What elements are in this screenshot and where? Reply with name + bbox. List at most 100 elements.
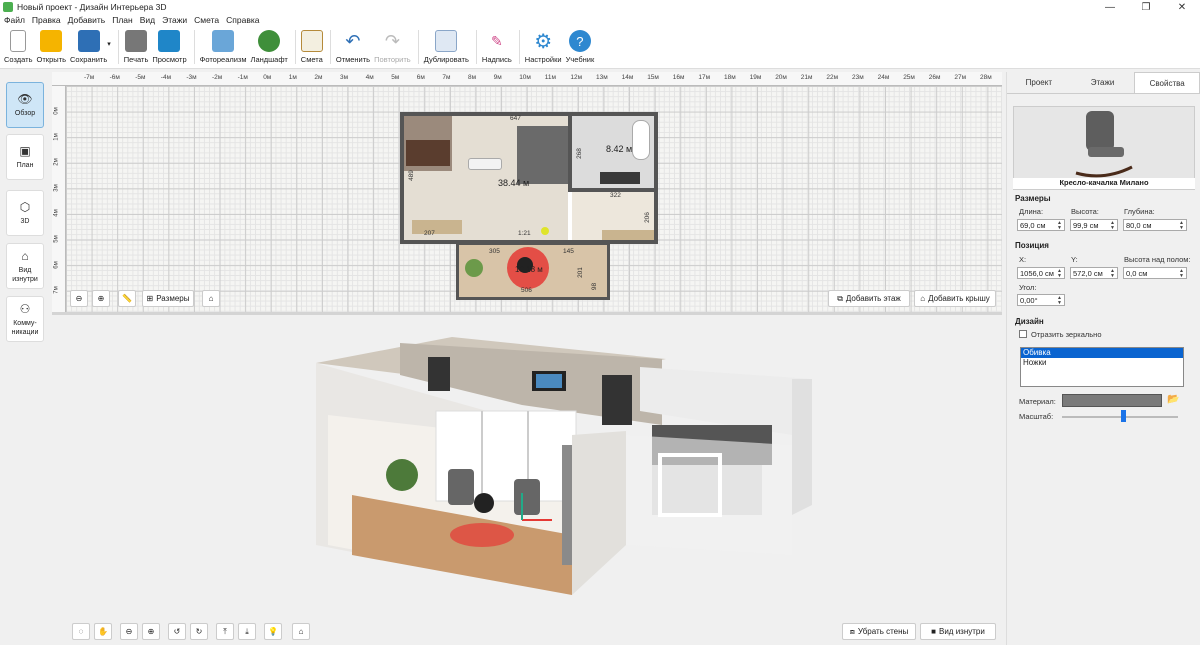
length-field[interactable]: 69,0 см ▲ ▼: [1017, 219, 1065, 231]
redo-icon: ↷: [381, 30, 404, 52]
zoom-out-3d-button[interactable]: ⊖: [120, 623, 138, 640]
menu-help[interactable]: Справка: [226, 15, 259, 25]
parts-list[interactable]: Обивка Ножки: [1020, 347, 1184, 387]
home-3d-button[interactable]: ⌂: [292, 623, 310, 640]
rotate-left-button[interactable]: ↺: [168, 623, 186, 640]
ruler-tick-label: -7м: [84, 74, 95, 81]
photorealism-button[interactable]: Фотореализм: [200, 26, 247, 66]
height-field[interactable]: 99,9 см ▲ ▼: [1070, 219, 1118, 231]
rotate-handle[interactable]: [541, 227, 549, 235]
rotate-left-icon: ↺: [173, 627, 181, 636]
tab-project[interactable]: Проект: [1007, 72, 1071, 93]
folder-icon[interactable]: 📂: [1167, 394, 1179, 405]
ruler-tick-label: 27м: [954, 74, 967, 81]
settings-button[interactable]: ⚙ Настройки: [525, 26, 562, 66]
add-floor-button[interactable]: ⧉ Добавить этаж: [828, 290, 910, 307]
label-button[interactable]: ✎ Надпись: [482, 26, 512, 66]
scale-slider-track[interactable]: [1062, 416, 1178, 418]
sofa[interactable]: [468, 158, 502, 170]
3d-scene[interactable]: [52, 315, 1002, 645]
remove-walls-button[interactable]: ⧈ Убрать стены: [842, 623, 916, 640]
undo-button[interactable]: ↶ Отменить: [336, 26, 370, 66]
menu-edit[interactable]: Правка: [32, 15, 61, 25]
estimate-button[interactable]: Смета: [301, 26, 323, 66]
duplicate-button[interactable]: Дублировать: [424, 26, 469, 66]
bed-blanket: [406, 140, 450, 166]
tilt-up-button[interactable]: ⤒: [216, 623, 234, 640]
y-field[interactable]: 572,0 см ▲ ▼: [1070, 267, 1118, 279]
light-button[interactable]: 💡: [264, 623, 282, 640]
zoom-out-button[interactable]: ⊖: [70, 290, 88, 307]
plan-view[interactable]: -7м -6м -5м -4м -3м -2м -1м 0м 1м 2м 3м 4м 5м 6м 7м 8м 9…: [52, 72, 1002, 312]
ruler-tick-label: 0м: [53, 107, 60, 115]
plant[interactable]: [465, 259, 483, 277]
rotate-right-button[interactable]: ↻: [190, 623, 208, 640]
elevation-label: Высота над полом:: [1124, 255, 1191, 264]
sidebar-item-inside-view[interactable]: ⌂ Вид изнутри: [6, 243, 44, 289]
rocking-chair-preview: [1075, 111, 1133, 178]
tilt-down-button[interactable]: ⤓: [238, 623, 256, 640]
sizes-button[interactable]: ⊞ Размеры: [142, 290, 194, 307]
zoom-in-3d-button[interactable]: ⊕: [142, 623, 160, 640]
add-roof-button[interactable]: ⌂ Добавить крышу: [914, 290, 996, 307]
elevation-field[interactable]: 0,0 см ▲ ▼: [1123, 267, 1187, 279]
create-button[interactable]: Создать: [4, 26, 33, 66]
ruler-tick-label: 3м: [53, 184, 60, 192]
balcony-outline[interactable]: 10.18 м 305 145 201 98 506: [456, 227, 610, 300]
zoom-out-icon: ⊖: [75, 294, 83, 303]
scale-slider-thumb[interactable]: [1121, 410, 1126, 422]
dimension-label: 506: [521, 287, 532, 294]
depth-field[interactable]: 80,0 см ▲ ▼: [1123, 219, 1187, 231]
list-item[interactable]: Ножки: [1021, 358, 1183, 368]
redo-button[interactable]: ↷ Повторить: [374, 26, 411, 66]
inside-view-button[interactable]: ■ Вид изнутри: [920, 623, 996, 640]
landscape-button[interactable]: Ландшафт: [251, 26, 288, 66]
menu-estimate[interactable]: Смета: [194, 15, 219, 25]
bathroom-side-wall: [792, 379, 812, 515]
pan-button[interactable]: ✋: [94, 623, 112, 640]
menu-file[interactable]: Файл: [4, 15, 25, 25]
bathtub[interactable]: [632, 120, 650, 160]
print-button[interactable]: Печать: [124, 26, 148, 66]
x-field[interactable]: 1056,0 см ▲ ▼: [1017, 267, 1065, 279]
sidebar-item-plan[interactable]: ▣ План: [6, 134, 44, 180]
sidebar-item-3d[interactable]: ⬡ 3D: [6, 190, 44, 236]
3d-view[interactable]: ◌ ✋ ⊖ ⊕ ↺ ↻ ⤒ ⤓ 💡 ⌂ ⧈ Убрать стены ■ Вид и…: [52, 315, 1002, 645]
tab-floors[interactable]: Этажи: [1071, 72, 1135, 93]
home-button[interactable]: ⌂: [202, 290, 220, 307]
kitchen-counter[interactable]: [600, 172, 640, 184]
spinner-icon: ▲ ▼: [1179, 268, 1184, 279]
tilt-down-icon: ⤓: [245, 626, 249, 636]
help-icon: ?: [568, 30, 591, 52]
save-button[interactable]: Сохранить: [70, 26, 107, 66]
desk[interactable]: [412, 220, 462, 234]
save-dropdown[interactable]: ▾: [107, 26, 111, 66]
dimension-label: 647: [510, 115, 521, 122]
sidebar-item-communications[interactable]: ⚇ Комму- никации: [6, 296, 44, 342]
tutorial-button[interactable]: ? Учебник: [566, 26, 594, 66]
dining-table[interactable]: [602, 230, 654, 240]
maximize-button[interactable]: ❐: [1128, 0, 1164, 14]
menu-view[interactable]: Вид: [140, 15, 155, 25]
menu-add[interactable]: Добавить: [68, 15, 106, 25]
tab-properties[interactable]: Свойства: [1134, 72, 1200, 93]
ruler-tick-label: 7м: [53, 286, 60, 294]
rotate-360-button[interactable]: ◌: [72, 623, 90, 640]
material-swatch[interactable]: [1062, 394, 1162, 407]
close-button[interactable]: ✕: [1164, 0, 1200, 14]
minimize-button[interactable]: —: [1092, 0, 1128, 14]
zoom-in-button[interactable]: ⊕: [92, 290, 110, 307]
apartment-outline[interactable]: 38.44 м 8.42 м 647 489 268 322 206 207 1…: [400, 112, 658, 244]
angle-label: Угол:: [1019, 283, 1037, 292]
ruler-tool-button[interactable]: 📏: [118, 290, 136, 307]
list-item[interactable]: Обивка: [1021, 348, 1183, 358]
menu-plan[interactable]: План: [112, 15, 133, 25]
sidebar-item-overview[interactable]: 👁 Обзор: [6, 82, 44, 128]
length-label: Длина:: [1019, 207, 1044, 216]
angle-field[interactable]: 0,00° ▲ ▼: [1017, 294, 1065, 306]
mirror-checkbox[interactable]: [1019, 330, 1027, 338]
depth-label: Глубина:: [1124, 207, 1155, 216]
open-button[interactable]: Открыть: [37, 26, 66, 66]
preview-button[interactable]: Просмотр: [152, 26, 187, 66]
menu-floors[interactable]: Этажи: [162, 15, 187, 25]
